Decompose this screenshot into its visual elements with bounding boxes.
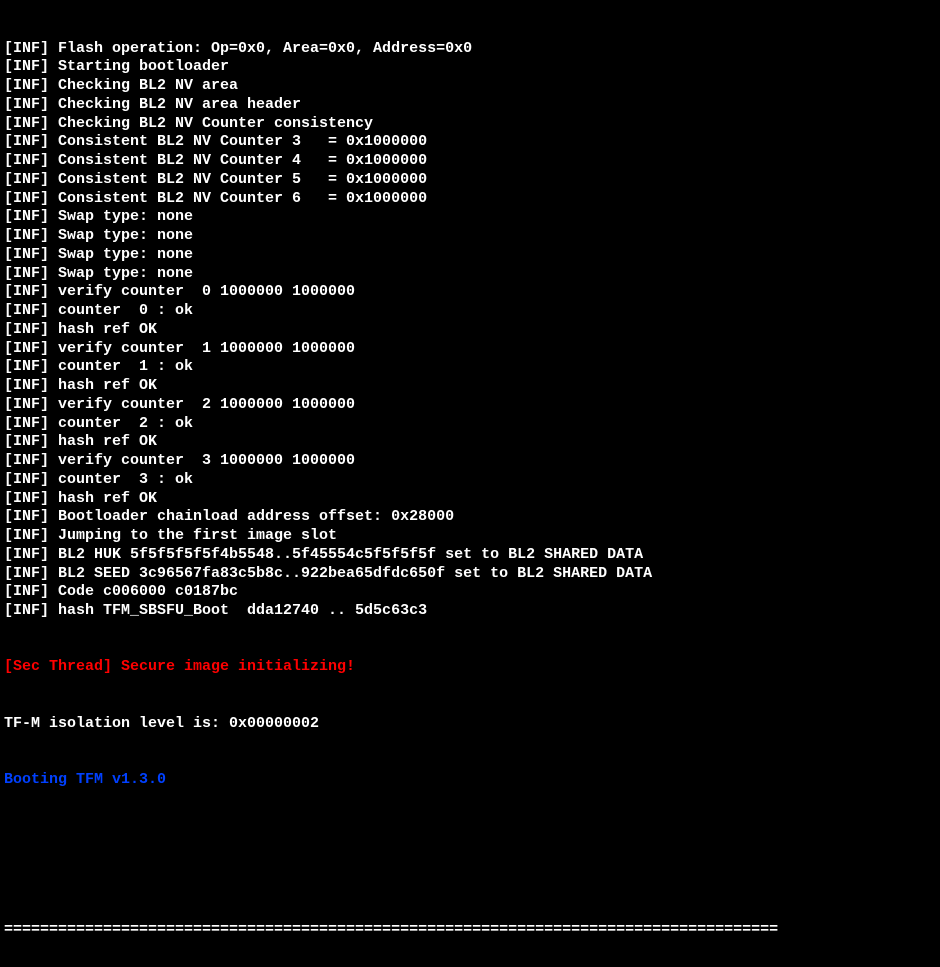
boot-log-line: [INF] Checking BL2 NV Counter consistenc… [4, 115, 936, 134]
boot-log: [INF] Flash operation: Op=0x0, Area=0x0,… [4, 40, 936, 621]
boot-log-line: [INF] BL2 HUK 5f5f5f5f5f4b5548..5f45554c… [4, 546, 936, 565]
boot-log-line: [INF] hash ref OK [4, 321, 936, 340]
boot-log-line: [INF] hash ref OK [4, 377, 936, 396]
rule-top: ========================================… [4, 921, 936, 940]
copyright-block: ========================================… [4, 883, 936, 967]
boot-log-line: [INF] verify counter 3 1000000 1000000 [4, 452, 936, 471]
boot-log-line: [INF] Checking BL2 NV area [4, 77, 936, 96]
boot-log-line: [INF] Bootloader chainload address offse… [4, 508, 936, 527]
boot-log-line: [INF] Jumping to the first image slot [4, 527, 936, 546]
tfm-boot-line: Booting TFM v1.3.0 [4, 771, 936, 790]
boot-log-line: [INF] counter 0 : ok [4, 302, 936, 321]
boot-log-line: [INF] counter 3 : ok [4, 471, 936, 490]
isolation-level-line: TF-M isolation level is: 0x00000002 [4, 715, 936, 734]
boot-log-line: [INF] Swap type: none [4, 246, 936, 265]
boot-log-line: [INF] hash TFM_SBSFU_Boot dda12740 .. 5d… [4, 602, 936, 621]
boot-log-line: [INF] counter 1 : ok [4, 358, 936, 377]
boot-log-line: [INF] Swap type: none [4, 208, 936, 227]
boot-log-line: [INF] BL2 SEED 3c96567fa83c5b8c..922bea6… [4, 565, 936, 584]
boot-log-line: [INF] Consistent BL2 NV Counter 3 = 0x10… [4, 133, 936, 152]
boot-log-line: [INF] Code c006000 c0187bc [4, 583, 936, 602]
boot-log-line: [INF] Consistent BL2 NV Counter 6 = 0x10… [4, 190, 936, 209]
boot-log-line: [INF] Consistent BL2 NV Counter 4 = 0x10… [4, 152, 936, 171]
boot-log-line: [INF] Flash operation: Op=0x0, Area=0x0,… [4, 40, 936, 59]
boot-log-line: [INF] Swap type: none [4, 265, 936, 284]
boot-log-line: [INF] Consistent BL2 NV Counter 5 = 0x10… [4, 171, 936, 190]
boot-log-line: [INF] hash ref OK [4, 433, 936, 452]
boot-log-line: [INF] verify counter 1 1000000 1000000 [4, 340, 936, 359]
boot-log-line: [INF] verify counter 0 1000000 1000000 [4, 283, 936, 302]
boot-log-line: [INF] Swap type: none [4, 227, 936, 246]
boot-log-line: [INF] verify counter 2 1000000 1000000 [4, 396, 936, 415]
boot-log-line: [INF] Starting bootloader [4, 58, 936, 77]
boot-log-line: [INF] counter 2 : ok [4, 415, 936, 434]
secure-init-line: [Sec Thread] Secure image initializing! [4, 658, 936, 677]
boot-log-line: [INF] hash ref OK [4, 490, 936, 509]
terminal-output: [INF] Flash operation: Op=0x0, Area=0x0,… [0, 0, 940, 967]
boot-log-line: [INF] Checking BL2 NV area header [4, 96, 936, 115]
